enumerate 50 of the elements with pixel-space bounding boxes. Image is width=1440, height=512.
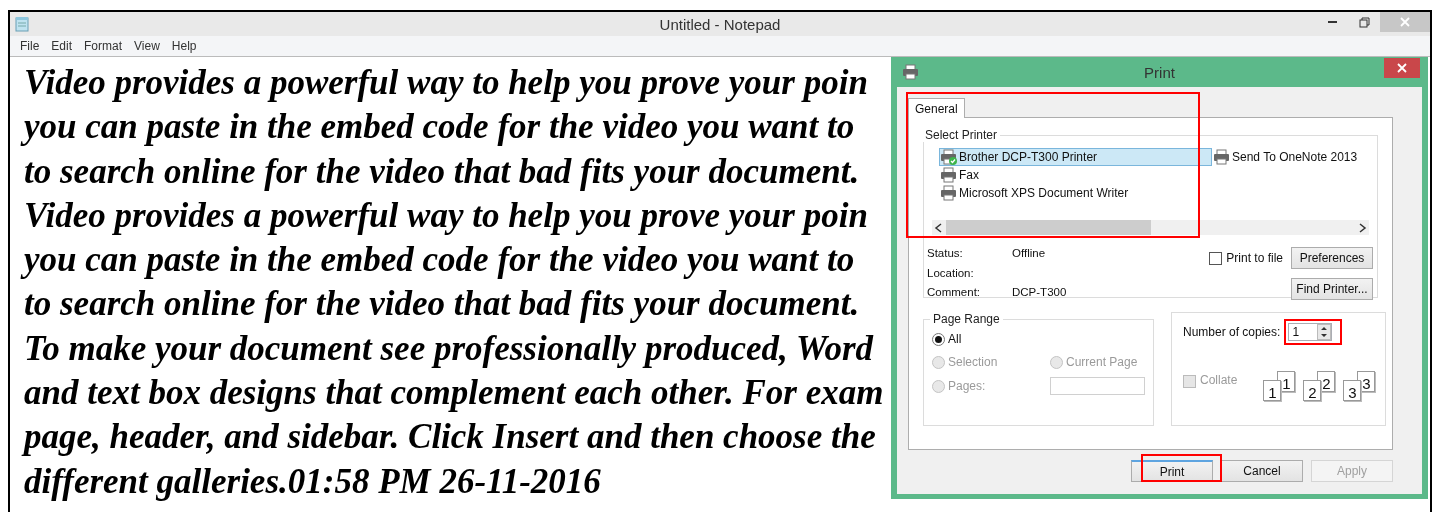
menu-item[interactable]: File <box>14 39 46 53</box>
field-label: Location: <box>927 266 975 281</box>
page-sheet: 2 <box>1303 380 1322 401</box>
document-text-line: To make your document see professionally produced, Word <box>24 327 874 370</box>
restore-icon <box>1358 16 1370 28</box>
menu-item[interactable]: Format <box>78 39 129 53</box>
document-text-line: Video provides a powerful way to help you prove your poin <box>24 62 868 104</box>
notepad-icon <box>14 16 30 32</box>
menu-item[interactable]: View <box>128 39 166 53</box>
spin-arrows-icon[interactable] <box>1317 324 1332 340</box>
print-button[interactable]: Print <box>1131 460 1213 482</box>
document-text-line: to search online for the video that bad fits your document. <box>24 283 860 326</box>
scrollbar-thumb[interactable] <box>946 220 1151 235</box>
copies-spinner[interactable]: 1 <box>1288 323 1333 341</box>
cancel-button[interactable]: Cancel <box>1221 460 1303 482</box>
field-label: Number of copies: <box>1183 325 1281 339</box>
close-icon <box>1400 17 1410 27</box>
document-text-line: different galleries.01:58 PM 26-11-2016 <box>24 460 601 503</box>
checkbox-label[interactable]: Print to file <box>1226 251 1283 265</box>
document-text-line: Video provides a powerful way to help you prove your poin <box>24 194 868 237</box>
page-sheet: 3 <box>1343 380 1362 401</box>
close-icon <box>1397 63 1407 73</box>
printer-icon <box>902 64 919 80</box>
field-value: DCP-T300 <box>1012 286 1068 300</box>
document-text-line: to search online for the video that bad fits your document. <box>24 150 860 193</box>
printer-item[interactable]: Microsoft XPS Document Writer <box>959 186 1129 200</box>
tab[interactable]: General <box>908 98 965 118</box>
group-label: Page Range <box>932 312 1001 326</box>
menu-item[interactable]: Help <box>165 39 203 53</box>
printer-item[interactable]: Brother DCP-T300 Printer <box>939 148 1212 166</box>
dialog-title: Print <box>1144 64 1175 81</box>
printer-item[interactable]: Fax <box>959 168 979 182</box>
field-value: Offline <box>1012 247 1047 261</box>
checkbox[interactable] <box>1209 251 1223 265</box>
field-label: Status: <box>927 247 964 261</box>
pages-field[interactable] <box>1050 377 1145 395</box>
window-title: Untitled - Notepad <box>659 16 781 33</box>
preferences-button[interactable]: Preferences <box>1291 247 1373 269</box>
horizontal-scrollbar[interactable] <box>932 220 1369 235</box>
printer-item[interactable]: Send To OneNote 2013 <box>1232 150 1358 164</box>
minimize-icon <box>1327 21 1337 23</box>
find-printer-button[interactable]: Find Printer... <box>1291 278 1373 300</box>
close-button[interactable] <box>1384 58 1420 78</box>
field-label: Comment: <box>927 286 982 300</box>
document-text-line: and text box designs that complement each other. For exam <box>24 372 884 415</box>
page-sheet: 1 <box>1263 380 1282 401</box>
radio-button[interactable] <box>932 332 945 346</box>
radio-label[interactable]: All <box>948 332 962 346</box>
group-label: Select Printer <box>924 128 999 142</box>
menu-item[interactable]: Edit <box>45 39 79 53</box>
